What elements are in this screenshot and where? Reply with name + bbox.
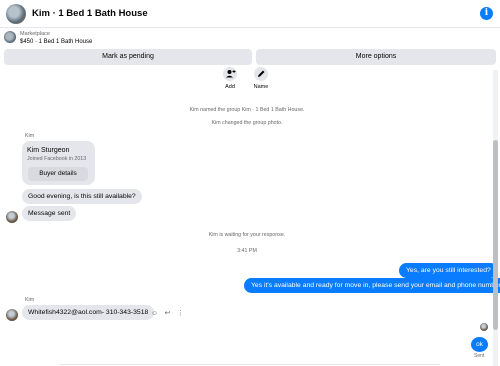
outgoing-message[interactable]: ok xyxy=(471,337,488,352)
sender-name: Kim xyxy=(25,133,35,139)
sender-name: Kim xyxy=(25,297,35,303)
incoming-message[interactable]: Good evening, is this still available? xyxy=(22,189,142,204)
react-smiley-icon[interactable]: ☺ xyxy=(149,310,160,317)
divider xyxy=(60,364,440,365)
sent-status: Sent xyxy=(474,353,485,359)
name-group-action[interactable]: Name xyxy=(246,67,276,90)
group-avatar[interactable] xyxy=(6,4,26,24)
message-actions: ☺ ↩ ⋮ xyxy=(149,309,188,317)
outgoing-message[interactable]: Yes it's available and ready for move in… xyxy=(244,278,500,293)
timestamp: 3:41 PM xyxy=(237,248,257,254)
seen-avatar xyxy=(480,323,488,331)
buyer-joined: Joined Facebook in 2013 xyxy=(27,156,87,162)
info-icon[interactable]: i xyxy=(480,7,493,20)
scrollbar-thumb[interactable] xyxy=(493,140,498,330)
scrollbar[interactable] xyxy=(493,70,498,366)
more-dots-icon[interactable]: ⋮ xyxy=(175,309,186,317)
conversation-title[interactable]: Kim · 1 Bed 1 Bath House xyxy=(32,8,148,19)
add-person-icon xyxy=(223,67,237,81)
conversation-header: Kim · 1 Bed 1 Bath House i xyxy=(0,0,500,28)
outgoing-message[interactable]: Yes, are you still interested? xyxy=(399,263,498,278)
buyer-profile-card: Kim Sturgeon Joined Facebook in 2013 Buy… xyxy=(22,141,95,185)
add-label: Add xyxy=(225,84,235,90)
system-message-waiting: Kim is waiting for your response. xyxy=(208,232,286,238)
name-label: Name xyxy=(253,84,269,90)
system-message-named: Kim named the group Kim · 1 Bed 1 Bath H… xyxy=(189,107,305,113)
buyer-details-button[interactable]: Buyer details xyxy=(28,167,88,181)
more-options-button[interactable]: More options xyxy=(256,49,496,65)
listing-summary: $450 · 1 Bed 1 Bath House xyxy=(20,39,93,45)
listing-category: Marketplace xyxy=(20,31,50,37)
incoming-message[interactable]: Message sent xyxy=(22,206,77,221)
sender-avatar[interactable] xyxy=(6,309,18,321)
pencil-icon xyxy=(254,67,268,81)
marketplace-listing[interactable]: Marketplace $450 · 1 Bed 1 Bath House xyxy=(0,28,500,48)
add-people-action[interactable]: Add xyxy=(215,67,245,90)
sender-avatar[interactable] xyxy=(6,211,18,223)
buyer-name[interactable]: Kim Sturgeon xyxy=(27,147,69,154)
incoming-message[interactable]: Whitefish4322@aol.com- 310-343-3518 xyxy=(22,305,155,320)
system-message-photo: Kim changed the group photo. xyxy=(211,120,283,126)
mark-as-pending-button[interactable]: Mark as pending xyxy=(4,49,252,65)
listing-thumbnail xyxy=(4,31,16,43)
reply-arrow-icon[interactable]: ↩ xyxy=(162,309,173,317)
